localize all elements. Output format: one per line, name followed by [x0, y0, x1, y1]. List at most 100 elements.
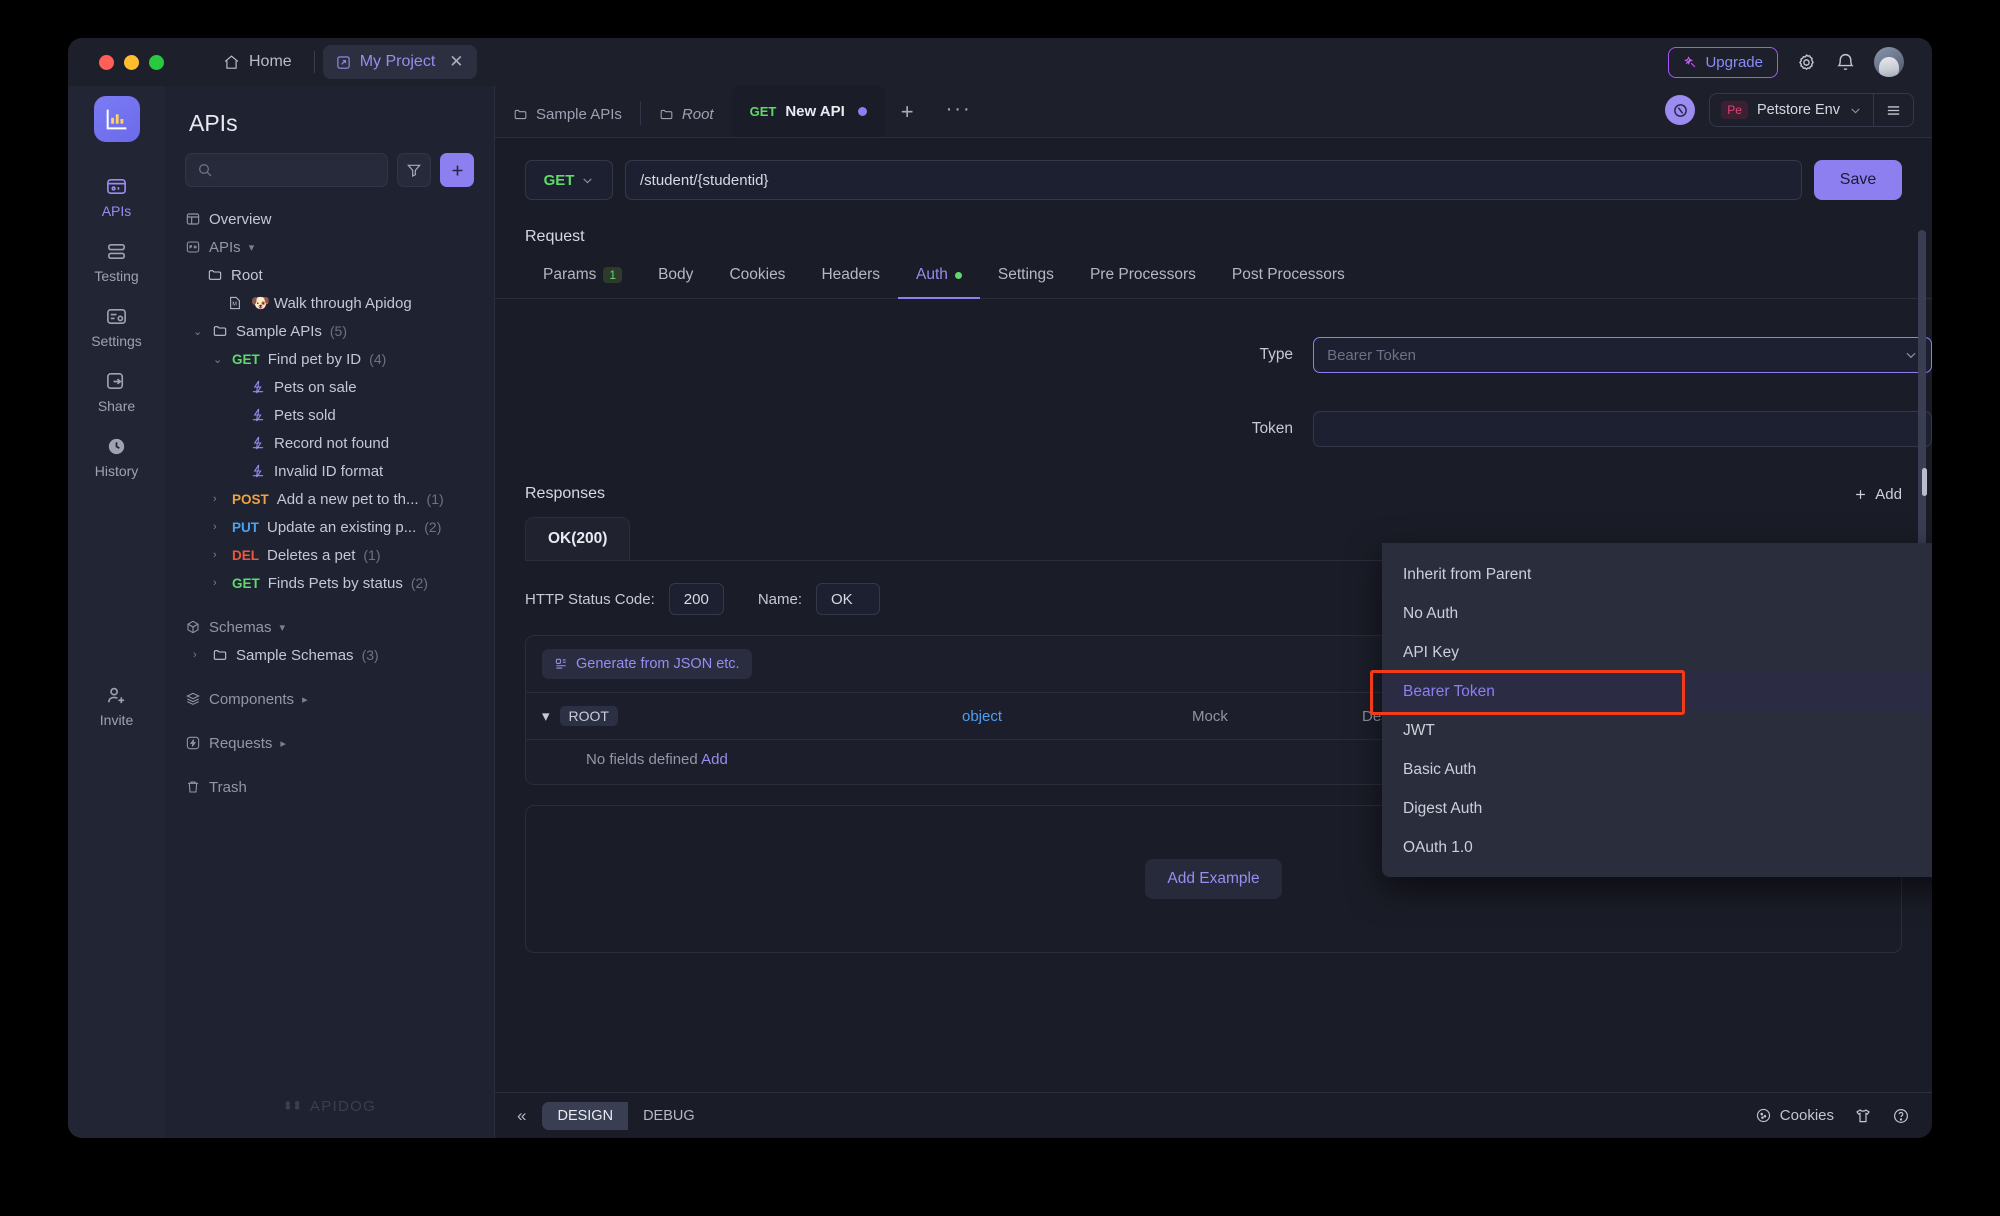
tree-item-walkthrough[interactable]: M 🐶 Walk through Apidog	[165, 289, 494, 317]
dropdown-option-inherit-from-parent[interactable]: Inherit from Parent	[1382, 555, 1932, 594]
tree-item-overview[interactable]: Overview	[165, 205, 494, 233]
upgrade-button[interactable]: Upgrade	[1668, 46, 1778, 78]
sidebar-item-testing[interactable]: Testing	[68, 229, 165, 294]
sidebar-item-invite[interactable]: Invite	[68, 673, 165, 738]
tree-item-sample-schemas[interactable]: › Sample Schemas (3)	[165, 641, 494, 669]
chevron-down-icon[interactable]: ⌄	[213, 353, 224, 366]
dropdown-option-bearer-token[interactable]: Bearer Token	[1382, 672, 1932, 711]
tree-item-invalid-id-format[interactable]: Invalid ID format	[165, 457, 494, 485]
tree-item-update-existing-pet[interactable]: › PUT Update an existing p... (2)	[165, 513, 494, 541]
tab-cookies[interactable]: Cookies	[711, 260, 803, 299]
sidebar-item-apis[interactable]: APIs	[68, 164, 165, 229]
add-example-button[interactable]: Add Example	[1145, 859, 1282, 899]
main-scrollbar[interactable]	[1918, 230, 1926, 560]
filter-button[interactable]	[397, 153, 431, 187]
tree-item-schemas-group[interactable]: Schemas ▾	[165, 613, 494, 641]
tree-item-deletes-a-pet[interactable]: › DEL Deletes a pet (1)	[165, 541, 494, 569]
dropdown-option-no-auth[interactable]: No Auth	[1382, 594, 1932, 633]
avatar[interactable]	[1874, 47, 1904, 77]
tree-item-finds-pets-by-status[interactable]: › GET Finds Pets by status (2)	[165, 569, 494, 597]
dropdown-option-basic-auth[interactable]: Basic Auth	[1382, 750, 1932, 789]
search-input[interactable]	[185, 153, 388, 187]
shirt-icon[interactable]	[1854, 1107, 1872, 1125]
response-tab-ok200[interactable]: OK(200)	[525, 517, 631, 560]
tree-item-find-pet-by-id[interactable]: ⌄ GET Find pet by ID (4)	[165, 345, 494, 373]
chevron-down-icon[interactable]: ▾	[280, 621, 291, 634]
auth-type-dropdown[interactable]: Inherit from Parent No Auth API Key Bear…	[1382, 543, 1932, 877]
chevron-right-icon[interactable]: ›	[213, 549, 224, 561]
tab-params[interactable]: Params 1	[525, 260, 640, 299]
chevron-right-icon[interactable]: ▸	[302, 693, 313, 706]
dropdown-option-jwt[interactable]: JWT	[1382, 711, 1932, 750]
sync-icon[interactable]	[1665, 95, 1696, 125]
save-button[interactable]: Save	[1814, 160, 1902, 200]
menu-icon[interactable]	[1873, 94, 1913, 126]
dropdown-option-digest-auth[interactable]: Digest Auth	[1382, 789, 1932, 828]
tree-item-add-a-new-pet[interactable]: › POST Add a new pet to th... (1)	[165, 485, 494, 513]
maximize-window-button[interactable]	[149, 54, 164, 70]
main-scrollbar-thumb[interactable]	[1922, 468, 1927, 496]
schema-root-cell[interactable]: ▾ ROOT	[542, 706, 962, 726]
tab-overflow-button[interactable]: ···	[930, 98, 988, 137]
chevron-right-icon[interactable]: ›	[213, 521, 224, 533]
tree-item-trash[interactable]: Trash	[165, 773, 494, 801]
sidebar-item-history[interactable]: History	[68, 424, 165, 489]
tree-item-components-group[interactable]: Components ▸	[165, 685, 494, 713]
mode-debug-button[interactable]: DEBUG	[628, 1102, 710, 1130]
url-input[interactable]: /student/{studentid}	[625, 160, 1802, 200]
tree-item-apis-group[interactable]: APIs ▾	[165, 233, 494, 261]
chevron-right-icon[interactable]: ›	[193, 649, 204, 661]
add-api-button[interactable]	[440, 153, 474, 187]
cookies-button[interactable]: Cookies	[1755, 1107, 1834, 1124]
tree-item-requests-group[interactable]: Requests ▸	[165, 729, 494, 757]
sidebar-item-settings[interactable]: Settings	[68, 294, 165, 359]
http-status-code-input[interactable]: 200	[668, 583, 724, 615]
auth-token-input[interactable]	[1313, 411, 1932, 447]
schema-type-cell[interactable]: object	[962, 708, 1192, 725]
tab-body[interactable]: Body	[640, 260, 711, 299]
add-response-button[interactable]: Add	[1853, 486, 1902, 503]
minimize-window-button[interactable]	[124, 54, 139, 70]
close-icon[interactable]: ✕	[449, 52, 463, 72]
environment-selector[interactable]: Pe Petstore Env	[1709, 93, 1914, 127]
project-tab[interactable]: My Project ✕	[322, 45, 477, 79]
chevron-right-icon[interactable]: ›	[213, 493, 224, 505]
tab-auth[interactable]: Auth	[898, 260, 980, 299]
environment-value[interactable]: Pe Petstore Env	[1710, 101, 1873, 119]
breadcrumb-sample-apis[interactable]: Sample APIs	[495, 106, 640, 137]
breadcrumb-root[interactable]: Root	[641, 106, 732, 137]
tab-new-api[interactable]: GET New API	[731, 85, 885, 137]
generate-from-json-button[interactable]: Generate from JSON etc.	[542, 649, 752, 679]
chevron-right-icon[interactable]: ›	[213, 577, 224, 589]
home-tab[interactable]: Home	[209, 46, 306, 78]
dropdown-option-oauth-1-0[interactable]: OAuth 1.0	[1382, 828, 1932, 867]
sidebar-item-share[interactable]: Share	[68, 359, 165, 424]
chevron-down-icon[interactable]: ⌄	[193, 325, 204, 338]
response-name-input[interactable]: OK	[816, 583, 880, 615]
tab-post-processors[interactable]: Post Processors	[1214, 260, 1363, 299]
tab-headers[interactable]: Headers	[803, 260, 898, 299]
new-tab-button[interactable]: +	[885, 99, 930, 137]
gear-icon[interactable]	[1796, 52, 1817, 73]
bell-icon[interactable]	[1835, 52, 1856, 73]
collapse-left-icon[interactable]: «	[517, 1106, 526, 1126]
tree-item-sample-apis[interactable]: ⌄ Sample APIs (5)	[165, 317, 494, 345]
tree-item-pets-sold[interactable]: Pets sold	[165, 401, 494, 429]
help-icon[interactable]	[1892, 1107, 1910, 1125]
tree-item-count: (2)	[410, 575, 428, 591]
tree-item-pets-on-sale[interactable]: Pets on sale	[165, 373, 494, 401]
auth-type-select[interactable]: Bearer Token	[1313, 337, 1932, 373]
window-controls[interactable]	[99, 54, 164, 70]
tab-pre-processors[interactable]: Pre Processors	[1072, 260, 1214, 299]
tree-item-root[interactable]: Root	[165, 261, 494, 289]
dropdown-option-api-key[interactable]: API Key	[1382, 633, 1932, 672]
add-field-link[interactable]: Add	[701, 751, 728, 768]
tree-item-record-not-found[interactable]: Record not found	[165, 429, 494, 457]
mode-design-button[interactable]: DESIGN	[542, 1101, 629, 1130]
close-window-button[interactable]	[99, 54, 114, 70]
chevron-down-icon[interactable]: ▾	[249, 241, 260, 254]
chevron-right-icon[interactable]: ▸	[280, 737, 291, 750]
tab-settings[interactable]: Settings	[980, 260, 1072, 299]
method-select[interactable]: GET	[525, 160, 613, 200]
chevron-down-icon[interactable]: ▾	[542, 707, 550, 725]
